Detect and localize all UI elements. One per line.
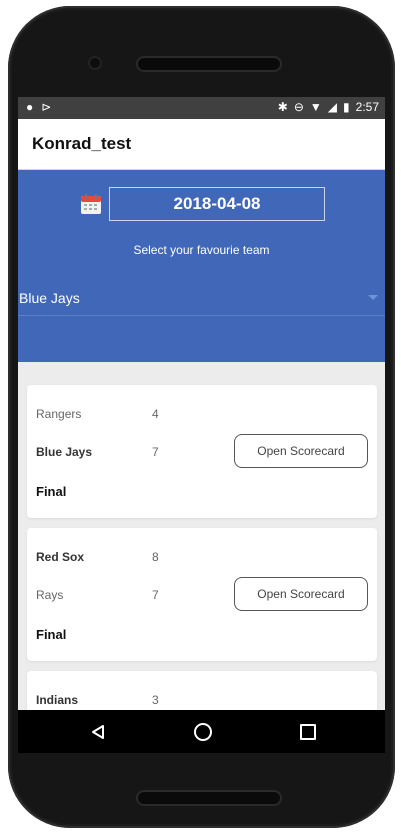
away-team: Red Sox bbox=[36, 550, 85, 564]
team-dropdown-value: Blue Jays bbox=[19, 290, 80, 306]
camera-icon bbox=[90, 58, 100, 68]
device-screen: ● ⊳ ✱ ⊖ ▼ ◢ ▮ 2:57 Konrad_test 2018-04-0… bbox=[18, 97, 385, 753]
bottom-speaker bbox=[138, 792, 280, 804]
open-scorecard-button[interactable]: Open Scorecard bbox=[234, 577, 368, 611]
home-icon[interactable] bbox=[194, 723, 212, 741]
game-status: Final bbox=[36, 484, 67, 499]
away-score: 3 bbox=[152, 693, 159, 707]
status-time: 2:57 bbox=[355, 100, 379, 114]
app-bar: Konrad_test bbox=[18, 119, 385, 169]
home-team: Blue Jays bbox=[36, 445, 93, 459]
navigation-bar bbox=[18, 710, 385, 753]
away-team: Rangers bbox=[36, 407, 82, 421]
game-status: Final bbox=[36, 627, 67, 642]
wifi-icon: ▼ bbox=[309, 100, 322, 114]
play-store-icon: ⊳ bbox=[41, 100, 52, 114]
team-dropdown[interactable]: Blue Jays bbox=[18, 287, 385, 316]
top-speaker bbox=[138, 58, 280, 70]
home-score: 7 bbox=[152, 588, 159, 602]
game-card: Rangers 4 Blue Jays 7 Final Open Scoreca… bbox=[27, 385, 377, 518]
battery-icon: ▮ bbox=[343, 100, 350, 114]
sync-icon: ● bbox=[26, 100, 34, 114]
date-field[interactable]: 2018-04-08 bbox=[109, 187, 325, 221]
calendar-icon[interactable] bbox=[80, 193, 102, 215]
date-team-panel: 2018-04-08 Select your favourie team Blu… bbox=[18, 170, 385, 362]
signal-icon: ◢ bbox=[327, 100, 338, 114]
team-select-hint: Select your favourie team bbox=[133, 243, 270, 257]
dnd-icon: ⊖ bbox=[293, 100, 304, 114]
recent-apps-icon[interactable] bbox=[300, 724, 316, 740]
away-score: 4 bbox=[152, 407, 159, 421]
game-card: Red Sox 8 Rays 7 Final Open Scorecard bbox=[27, 528, 377, 661]
dropdown-arrow-icon bbox=[368, 295, 378, 300]
away-score: 8 bbox=[152, 550, 159, 564]
bluetooth-icon: ✱ bbox=[277, 100, 288, 114]
status-bar: ● ⊳ ✱ ⊖ ▼ ◢ ▮ 2:57 bbox=[18, 97, 385, 119]
open-scorecard-button[interactable]: Open Scorecard bbox=[234, 434, 368, 468]
home-score: 7 bbox=[152, 445, 159, 459]
home-team: Rays bbox=[36, 588, 64, 602]
app-title: Konrad_test bbox=[32, 134, 132, 153]
away-team: Indians bbox=[36, 693, 79, 707]
back-icon[interactable] bbox=[90, 724, 106, 740]
